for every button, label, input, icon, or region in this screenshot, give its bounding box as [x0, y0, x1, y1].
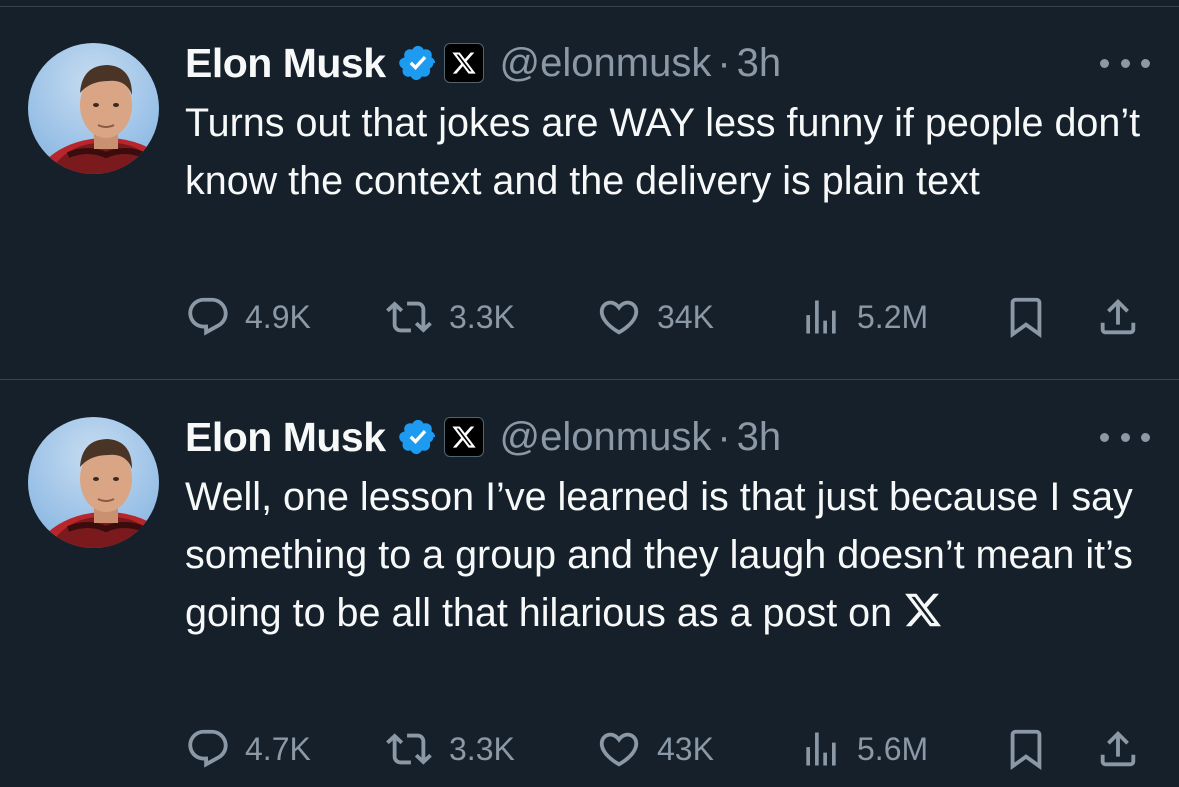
views-button[interactable]: 5.6M — [799, 724, 928, 774]
x-logo-icon[interactable] — [443, 43, 484, 83]
timestamp[interactable]: 3h — [737, 415, 782, 460]
bookmark-button[interactable] — [1003, 292, 1049, 342]
x-logo-icon — [903, 588, 943, 628]
reply-count: 4.7K — [245, 730, 311, 767]
author-name[interactable]: Elon Musk — [185, 40, 386, 87]
like-count: 34K — [657, 298, 714, 335]
share-icon — [1100, 298, 1136, 335]
author-handle[interactable]: @elonmusk — [500, 415, 712, 460]
like-icon — [599, 300, 639, 335]
repost-icon — [386, 301, 432, 333]
reply-button[interactable]: 4.9K — [185, 292, 311, 342]
repost-icon — [386, 733, 432, 765]
views-count: 5.2M — [857, 298, 929, 335]
x-logo-icon[interactable] — [443, 417, 484, 457]
separator: · — [717, 40, 731, 85]
reply-icon — [188, 729, 228, 768]
views-icon — [806, 300, 836, 334]
author-handle[interactable]: @elonmusk — [500, 41, 712, 86]
repost-count: 3.3K — [449, 730, 515, 767]
like-button[interactable]: 34K — [595, 292, 714, 342]
tweet-actions: 4.9K 3.3K 34K 5.2M — [185, 292, 1145, 342]
bookmark-icon — [1010, 297, 1042, 338]
verified-badge-icon[interactable] — [398, 43, 438, 83]
tweet-header: Elon Musk @elonmusk · 3h — [185, 33, 781, 93]
views-button[interactable]: 5.2M — [799, 292, 928, 342]
repost-button[interactable]: 3.3K — [383, 724, 515, 774]
avatar-image — [35, 439, 159, 548]
tweet[interactable]: Elon Musk @elonmusk · 3h Turns out that … — [0, 6, 1179, 380]
avatar-image — [35, 65, 159, 174]
tweet[interactable]: Elon Musk @elonmusk · 3h Well, one lesso… — [0, 380, 1179, 787]
more-icon[interactable] — [1100, 53, 1150, 73]
reply-count: 4.9K — [245, 298, 311, 335]
separator: · — [717, 414, 731, 459]
like-button[interactable]: 43K — [595, 724, 714, 774]
like-count: 43K — [657, 730, 714, 767]
timestamp[interactable]: 3h — [737, 41, 782, 86]
tweet-actions: 4.7K 3.3K 43K 5.6M — [185, 724, 1145, 774]
reply-button[interactable]: 4.7K — [185, 724, 311, 774]
bookmark-icon — [1010, 729, 1042, 770]
tweet-header: Elon Musk @elonmusk · 3h — [185, 407, 781, 467]
more-icon[interactable] — [1100, 427, 1150, 447]
views-count: 5.6M — [857, 730, 929, 767]
tweet-text: Turns out that jokes are WAY less funny … — [185, 101, 1141, 203]
share-icon — [1100, 730, 1136, 767]
author-name[interactable]: Elon Musk — [185, 414, 386, 461]
reply-icon — [188, 297, 228, 336]
share-button[interactable] — [1095, 724, 1141, 774]
tweet-text: Well, one lesson I’ve learned is that ju… — [185, 468, 1145, 642]
repost-button[interactable]: 3.3K — [383, 292, 515, 342]
avatar[interactable] — [28, 417, 159, 548]
tweet-text-content: Well, one lesson I’ve learned is that ju… — [185, 475, 1133, 635]
views-icon — [806, 732, 836, 766]
share-button[interactable] — [1095, 292, 1141, 342]
avatar[interactable] — [28, 43, 159, 174]
verified-badge-icon[interactable] — [398, 417, 438, 457]
repost-count: 3.3K — [449, 298, 515, 335]
bookmark-button[interactable] — [1003, 724, 1049, 774]
like-icon — [599, 732, 639, 767]
